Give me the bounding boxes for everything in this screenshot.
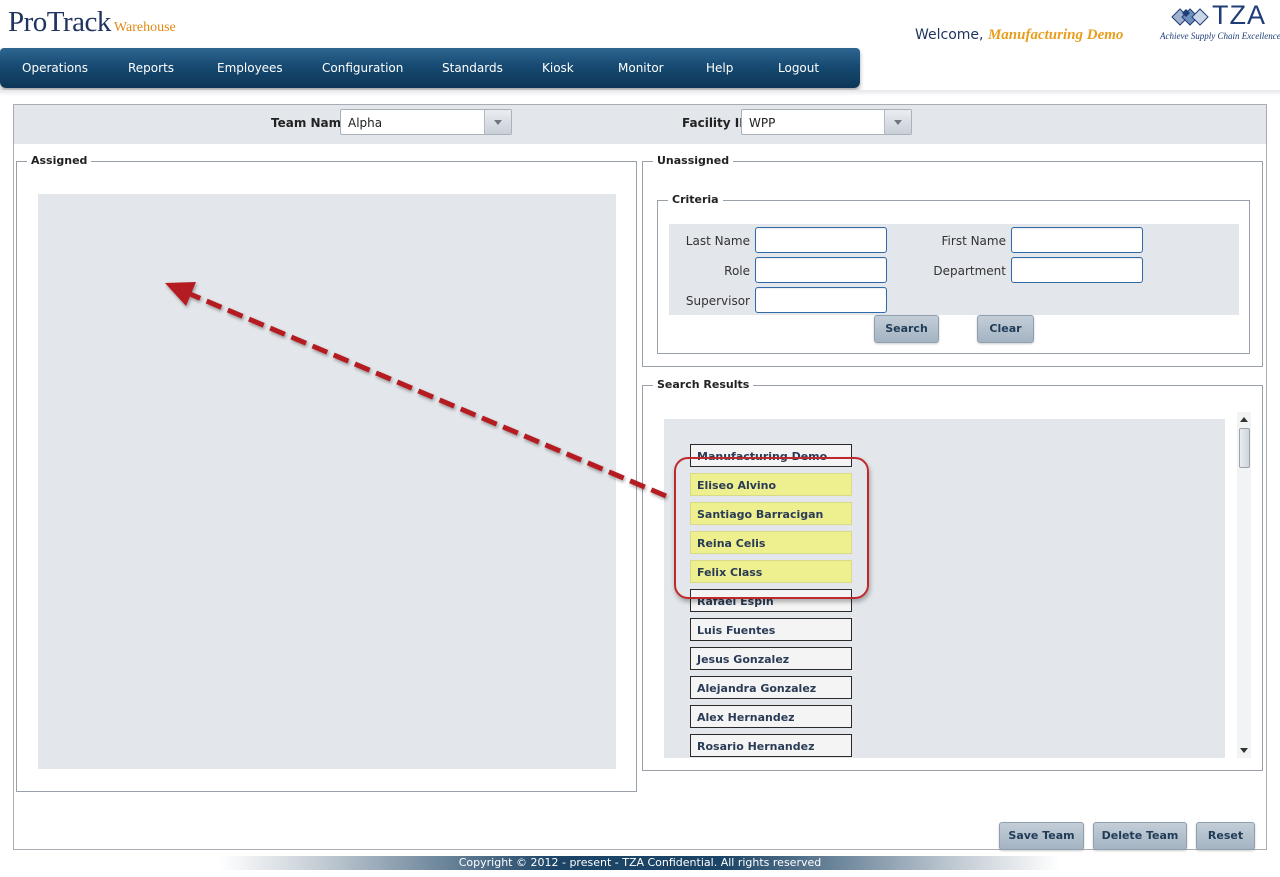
copyright-text: Copyright © 2012 - present - TZA Confide… <box>458 856 822 869</box>
result-item-selected[interactable]: Reina Celis <box>690 531 852 554</box>
team-selector-bar: Team Name Alpha Facility ID WPP <box>14 105 1266 144</box>
result-item[interactable]: Alejandra Gonzalez <box>690 676 852 699</box>
main-nav: Operations Reports Employees Configurati… <box>0 48 860 88</box>
team-name-value: Alpha <box>348 116 383 130</box>
supervisor-input[interactable] <box>755 287 887 313</box>
chevron-down-icon[interactable] <box>884 110 911 134</box>
facility-id-value: WPP <box>749 116 776 130</box>
nav-help[interactable]: Help <box>706 61 733 75</box>
role-label: Role <box>724 264 750 278</box>
clear-button[interactable]: Clear <box>977 315 1034 343</box>
team-name-select[interactable]: Alpha <box>340 109 512 135</box>
team-editor-panel: Team Name Alpha Facility ID WPP Assigned… <box>13 104 1267 850</box>
reset-button[interactable]: Reset <box>1196 822 1255 850</box>
brand-sub: Warehouse <box>113 20 176 35</box>
scroll-down-icon[interactable] <box>1237 744 1251 758</box>
supervisor-label: Supervisor <box>685 294 750 308</box>
department-label: Department <box>933 264 1006 278</box>
last-name-input[interactable] <box>755 227 887 253</box>
facility-id-select[interactable]: WPP <box>741 109 912 135</box>
nav-operations[interactable]: Operations <box>22 61 88 75</box>
result-item[interactable]: Rafael Espin <box>690 589 852 612</box>
result-item-selected[interactable]: Santiago Barracigan <box>690 502 852 525</box>
search-results-fieldset: Search Results Manufacturing Demo Eliseo… <box>642 378 1263 771</box>
welcome-prefix: Welcome, <box>915 27 984 43</box>
department-input[interactable] <box>1011 257 1143 283</box>
scroll-thumb[interactable] <box>1239 428 1250 468</box>
facility-id-label: Facility ID <box>682 116 750 130</box>
team-name-label: Team Name <box>271 116 350 130</box>
result-item-selected[interactable]: Eliseo Alvino <box>690 473 852 496</box>
result-item[interactable]: Luis Fuentes <box>690 618 852 641</box>
assigned-legend: Assigned <box>27 154 92 167</box>
nav-configuration[interactable]: Configuration <box>322 61 403 75</box>
footer-bar: Copyright © 2012 - present - TZA Confide… <box>220 856 1060 870</box>
result-item[interactable]: Rosario Hernandez <box>690 734 852 757</box>
role-input[interactable] <box>755 257 887 283</box>
nav-reports[interactable]: Reports <box>128 61 174 75</box>
unassigned-fieldset: Unassigned Criteria Last Name First Name… <box>642 154 1263 367</box>
first-name-input[interactable] <box>1011 227 1143 253</box>
search-button[interactable]: Search <box>874 315 939 343</box>
result-item-selected[interactable]: Felix Class <box>690 560 852 583</box>
header-divider <box>0 90 1280 96</box>
first-name-label: First Name <box>941 234 1006 248</box>
welcome-message: Welcome, Manufacturing Demo <box>915 27 1123 44</box>
criteria-legend: Criteria <box>668 193 723 206</box>
nav-standards[interactable]: Standards <box>442 61 503 75</box>
nav-monitor[interactable]: Monitor <box>618 61 664 75</box>
nav-kiosk[interactable]: Kiosk <box>542 61 574 75</box>
assigned-drop-area[interactable] <box>38 194 616 769</box>
tza-tagline: Achieve Supply Chain Excellence <box>1160 31 1280 41</box>
save-team-button[interactable]: Save Team <box>999 822 1084 850</box>
last-name-label: Last Name <box>685 234 750 248</box>
assigned-fieldset: Assigned <box>16 154 637 792</box>
chevron-down-icon[interactable] <box>484 110 511 134</box>
scroll-up-icon[interactable] <box>1237 412 1251 426</box>
nav-logout[interactable]: Logout <box>778 61 819 75</box>
tza-diamond-icon <box>1171 8 1209 26</box>
nav-employees[interactable]: Employees <box>217 61 283 75</box>
criteria-form: Last Name First Name Role Department Sup… <box>669 224 1239 315</box>
user-name: Manufacturing Demo <box>987 27 1124 43</box>
result-item[interactable]: Jesus Gonzalez <box>690 647 852 670</box>
search-results-list: Manufacturing Demo Eliseo Alvino Santiag… <box>664 419 1225 758</box>
result-item[interactable]: Alex Hernandez <box>690 705 852 728</box>
tza-wordmark: TZA <box>1212 0 1266 30</box>
brand-main: ProTrack <box>8 6 111 38</box>
result-item[interactable]: Manufacturing Demo <box>690 444 852 467</box>
criteria-fieldset: Criteria Last Name First Name Role Depar… <box>657 193 1250 354</box>
tza-logo: TZA Achieve Supply Chain Excellence <box>1160 0 1280 44</box>
search-results-legend: Search Results <box>653 378 754 391</box>
results-scrollbar[interactable] <box>1237 412 1251 758</box>
delete-team-button[interactable]: Delete Team <box>1093 822 1187 850</box>
app-root: ProTrack Warehouse Welcome, Manufacturing… <box>0 0 1280 877</box>
protrack-logo: ProTrack Warehouse <box>8 6 176 39</box>
unassigned-legend: Unassigned <box>653 154 734 167</box>
